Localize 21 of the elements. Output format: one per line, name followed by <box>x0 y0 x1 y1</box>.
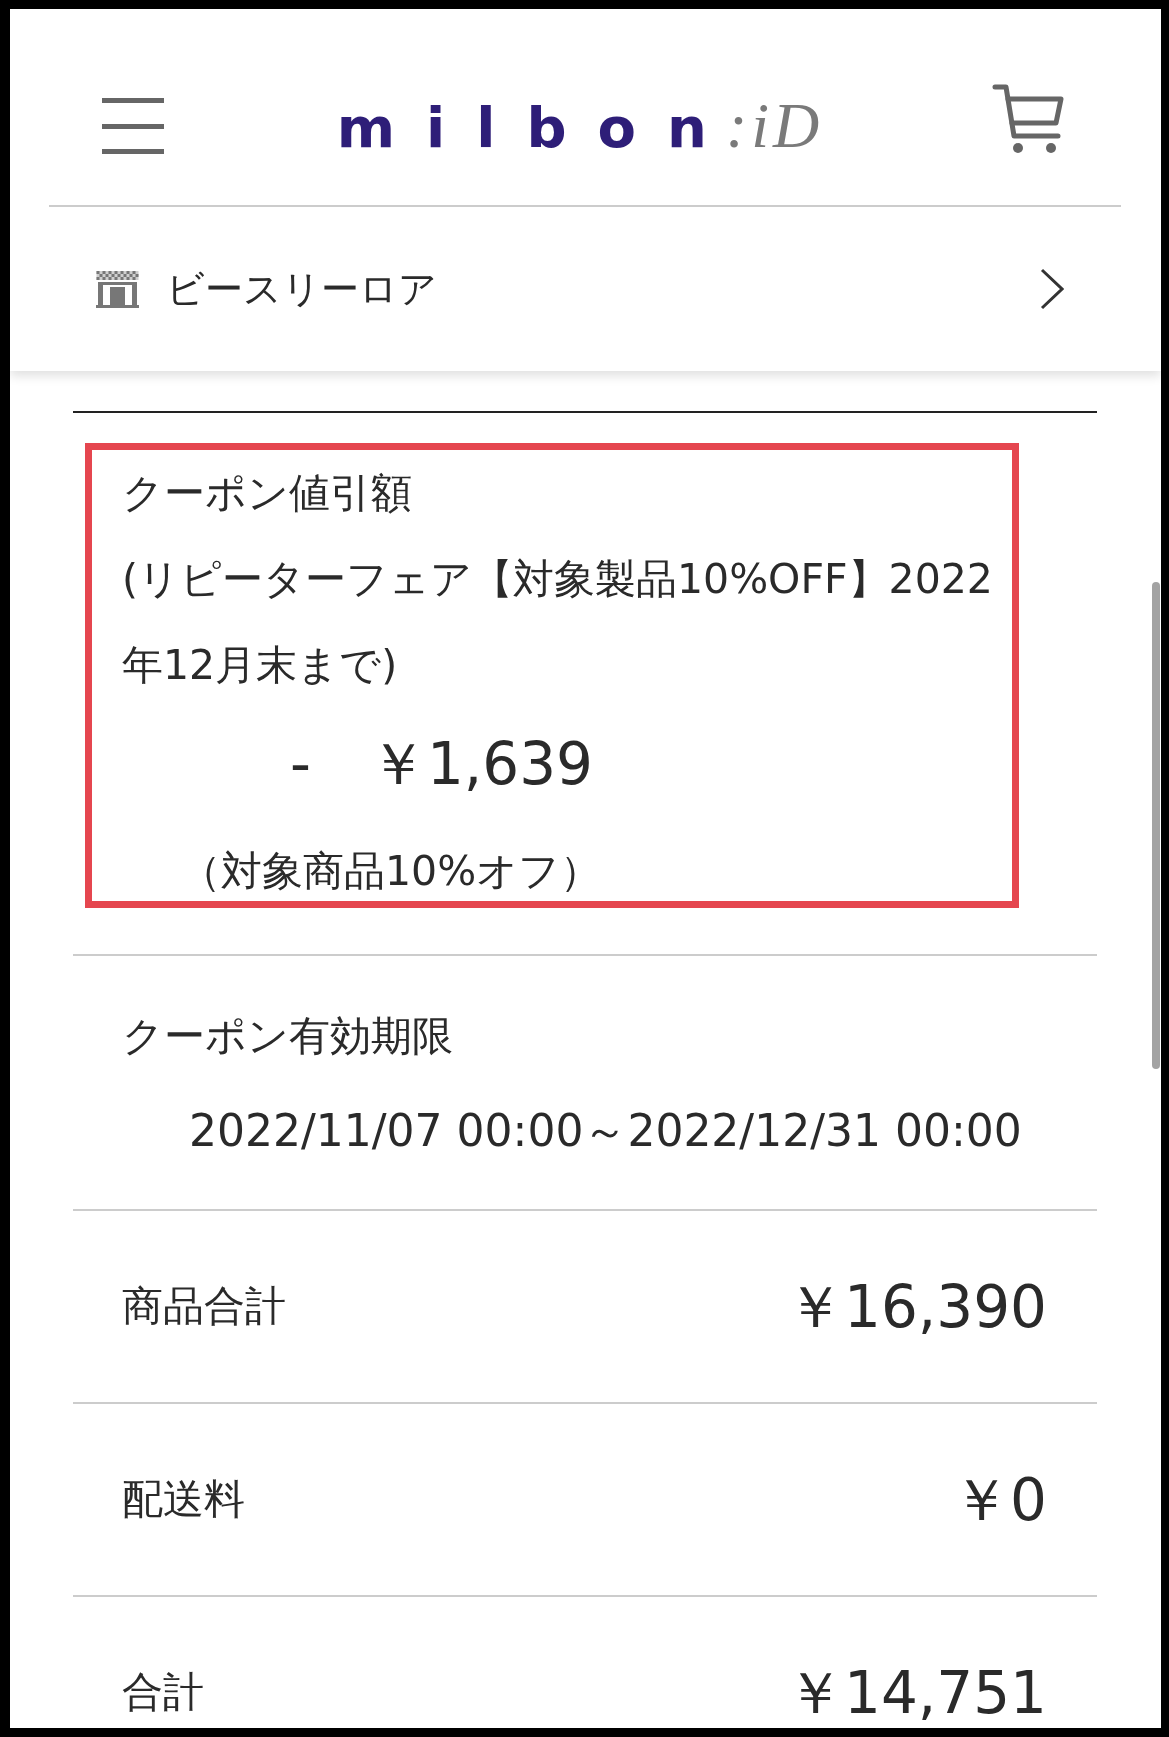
coupon-name: (リピーターフェア【対象製品10%OFF】2022年12月末まで) <box>122 555 993 689</box>
menu-icon <box>102 98 164 154</box>
summary-label: 商品合計 <box>122 1286 286 1327</box>
chevron-right-icon <box>1040 268 1064 310</box>
cart-icon <box>992 83 1064 155</box>
cart-button[interactable] <box>992 83 1064 155</box>
coupon-discount-note: （対象商品10%オフ） <box>180 847 602 895</box>
store-icon <box>96 270 139 308</box>
coupon-discount-label: クーポン値引額 <box>122 469 412 517</box>
scrollbar-thumb[interactable] <box>1152 582 1160 1069</box>
summary-value: ￥14,751 <box>786 1663 1047 1722</box>
validity-period: 2022/11/07 00:00～2022/12/31 00:00 <box>189 1105 1022 1156</box>
menu-button[interactable] <box>102 98 164 154</box>
store-link[interactable]: ビースリーロア <box>10 207 1161 371</box>
summary-value: ￥0 <box>952 1470 1047 1529</box>
summary-label: 合計 <box>122 1672 204 1713</box>
summary-value: ￥16,390 <box>786 1277 1047 1336</box>
summary-label: 配送料 <box>122 1479 245 1520</box>
coupon-discount-amount: - ￥1,639 <box>290 728 593 800</box>
validity-label: クーポン有効期限 <box>122 1012 453 1060</box>
logo[interactable]: milbon:iD <box>336 94 824 158</box>
